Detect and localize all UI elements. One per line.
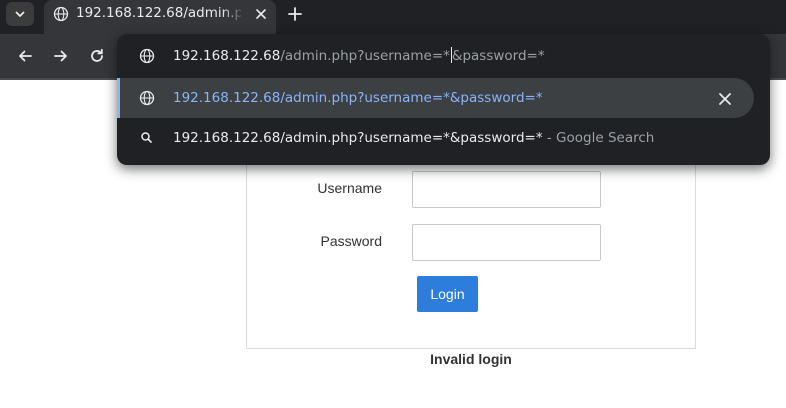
suggestion-url[interactable]: 192.168.122.68/admin.php?username=*&pass… xyxy=(117,78,754,118)
suggestion-url-text: 192.168.122.68/admin.php?username=*&pass… xyxy=(173,90,543,106)
address-host: 192.168.122.68 xyxy=(173,48,281,64)
suggestion-search-text: 192.168.122.68/admin.php?username=*&pass… xyxy=(173,129,654,147)
browser-tab[interactable]: 192.168.122.68/admin.php?username=*&pass… xyxy=(44,0,276,34)
address-path: /admin.php?username=* xyxy=(280,48,450,64)
selection-indicator xyxy=(117,78,120,118)
tab-title-fade xyxy=(222,0,244,28)
reload-icon xyxy=(91,48,103,62)
password-input[interactable] xyxy=(412,224,601,261)
tab-strip: 192.168.122.68/admin.php?username=*&pass… xyxy=(0,0,786,34)
address-bar[interactable]: 192.168.122.68/admin.php?username=* &pass… xyxy=(117,34,770,78)
username-label: Username xyxy=(317,180,382,196)
tab-search-button[interactable] xyxy=(6,2,34,26)
chevron-down-icon xyxy=(15,11,25,17)
arrow-right-icon xyxy=(54,50,67,62)
close-icon xyxy=(256,9,266,19)
forward-button[interactable] xyxy=(51,46,71,66)
globe-icon xyxy=(139,90,155,106)
tab-title: 192.168.122.68/admin.php?username=*&pass… xyxy=(76,5,241,21)
suggestion-search-suffix: - Google Search xyxy=(542,130,655,146)
globe-icon xyxy=(139,48,155,64)
error-message: Invalid login xyxy=(430,351,512,367)
tab-close-button[interactable] xyxy=(252,5,270,23)
omnibox-dropdown: 192.168.122.68/admin.php?username=* &pass… xyxy=(117,34,770,165)
search-icon xyxy=(141,132,152,143)
suggestion-search-query: 192.168.122.68/admin.php?username=*&pass… xyxy=(173,130,543,146)
password-label: Password xyxy=(320,233,382,249)
address-path-rest: &password=* xyxy=(451,48,545,64)
login-button[interactable]: Login xyxy=(417,276,478,312)
plus-icon xyxy=(288,7,302,21)
new-tab-button[interactable] xyxy=(285,4,305,24)
arrow-left-icon xyxy=(19,50,32,62)
suggestion-search[interactable]: 192.168.122.68/admin.php?username=*&pass… xyxy=(117,118,770,158)
back-button[interactable] xyxy=(15,46,35,66)
remove-suggestion-button[interactable] xyxy=(718,91,732,105)
reload-button[interactable] xyxy=(87,46,107,66)
username-input[interactable] xyxy=(412,171,601,208)
globe-icon xyxy=(53,6,69,22)
close-icon xyxy=(719,93,731,105)
address-bar-text: 192.168.122.68/admin.php?username=* &pass… xyxy=(173,47,545,65)
